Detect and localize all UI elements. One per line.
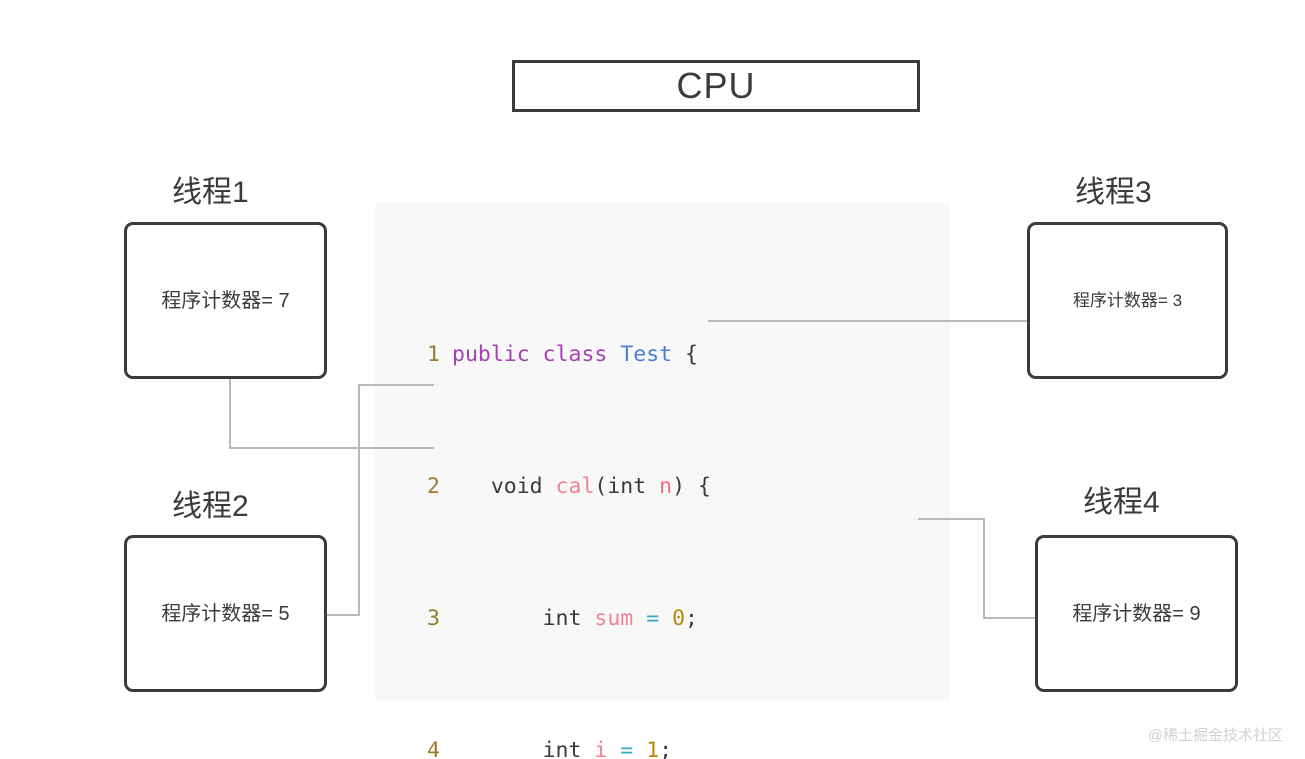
code-line-2: 2 void cal(int n) { [408,470,892,503]
line-number: 1 [427,342,440,367]
code-line-1: 1 public class Test { [408,338,892,371]
thread-box-3: 程序计数器= 3 [1027,222,1228,379]
code-line-3: 3 int sum = 0; [408,602,892,635]
program-counter-2: 程序计数器= 5 [161,602,290,625]
connector-thread2-horizontal-lower [327,614,360,616]
thread-label-4: 线程4 [1083,486,1160,519]
cpu-title: CPU [676,65,756,106]
thread-box-4: 程序计数器= 9 [1035,535,1238,692]
code-line-4: 4 int i = 1; [408,734,892,759]
line-number: 3 [427,606,440,631]
watermark: @稀土掘金技术社区 [1147,727,1283,744]
connector-thread2-horizontal-upper [358,384,434,386]
cpu-box: CPU [512,60,920,112]
line-number: 2 [427,474,440,499]
connector-thread1-horizontal [229,447,434,449]
code-block: 1 public class Test { 2 void cal(int n) {… [375,203,950,759]
program-counter-4: 程序计数器= 9 [1072,602,1201,625]
thread-label-1: 线程1 [172,176,249,209]
thread-label-3: 线程3 [1075,176,1152,209]
connector-thread1-vertical [229,379,231,449]
connector-thread4-vertical [983,518,985,619]
thread-box-1: 程序计数器= 7 [124,222,327,379]
thread-label-2: 线程2 [172,490,249,523]
thread-box-2: 程序计数器= 5 [124,535,327,692]
code-lines: 1 public class Test { 2 void cal(int n) {… [408,239,892,759]
connector-thread4-horizontal-lower [983,617,1037,619]
program-counter-1: 程序计数器= 7 [161,289,290,312]
connector-thread2-vertical [358,384,360,616]
diagram-canvas: CPU 1 public class Test { 2 void cal(int … [0,0,1305,759]
connector-thread4-horizontal-upper [918,518,985,520]
connector-thread3-horizontal [708,320,1029,322]
program-counter-3: 程序计数器= 3 [1072,291,1183,310]
line-number: 4 [427,738,440,759]
